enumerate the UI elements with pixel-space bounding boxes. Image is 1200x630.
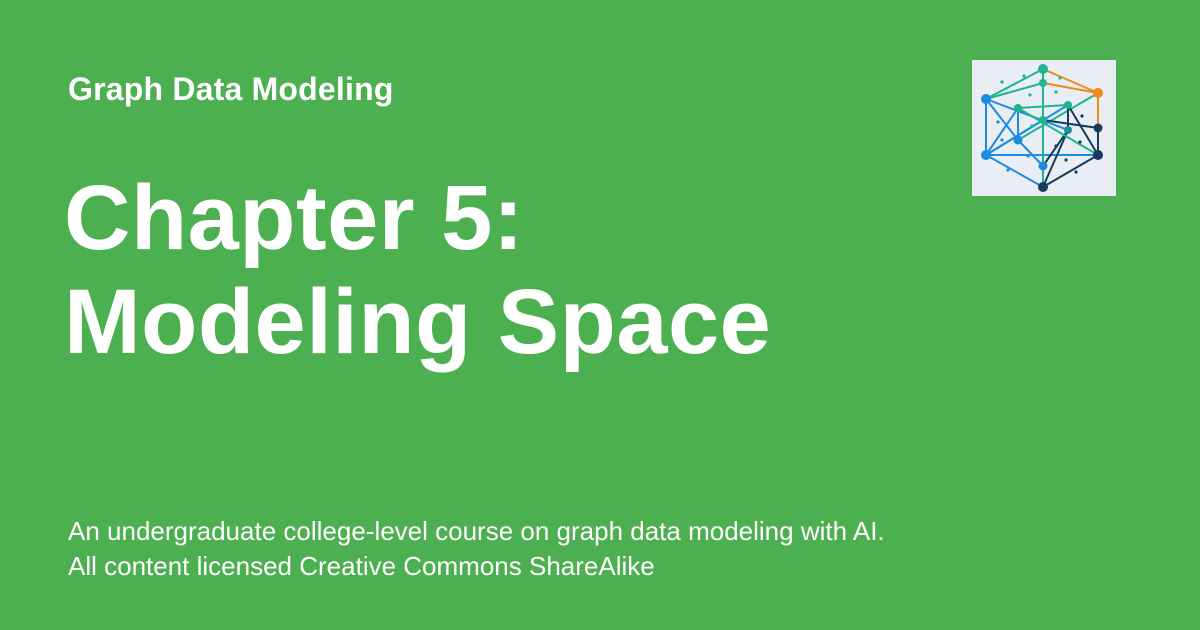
- graph-network-logo-icon: [972, 60, 1116, 196]
- chapter-title-line-2: Modeling Space: [64, 271, 772, 373]
- course-description: An undergraduate college-level course on…: [68, 516, 885, 581]
- chapter-title-line-1: Chapter 5:: [64, 167, 524, 269]
- chapter-title: Chapter 5: Modeling Space: [64, 166, 924, 374]
- site-name: Graph Data Modeling: [68, 71, 394, 107]
- social-card: Graph Data Modeling Chapter 5: Modeling …: [0, 0, 1200, 630]
